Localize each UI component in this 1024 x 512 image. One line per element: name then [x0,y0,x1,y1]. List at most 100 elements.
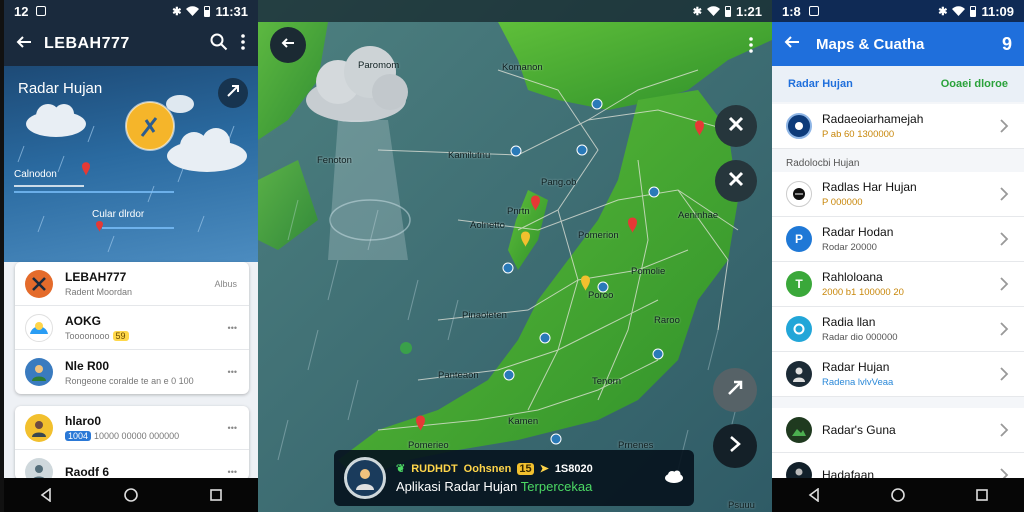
more-dots-icon[interactable]: ••• [228,367,237,377]
item-title: AOKG [65,314,101,328]
nav-home-icon[interactable] [116,482,146,508]
list-item[interactable]: AOKG Toooonooo 59 ••• [15,306,249,350]
status-bar: ✱ 1:21 [258,0,772,22]
item-subtitle: P ab 60 1300000 [822,129,895,140]
chevron-right-icon [1000,423,1009,437]
expand-button[interactable] [713,368,757,412]
back-button[interactable] [270,27,306,63]
nav-home-icon[interactable] [883,482,913,508]
nav-back-icon[interactable] [799,482,829,508]
map-label: Pang.ob [541,177,577,188]
map-label: Komanon [502,62,543,73]
popup-value: 1S8020 [554,462,593,475]
item-subtitle: P 000000 [822,197,863,208]
header-badge[interactable]: 9 [1002,34,1012,55]
chevron-right-icon [1000,232,1009,246]
search-icon[interactable] [210,33,228,56]
battery-icon [204,5,211,17]
nav-recents-icon[interactable] [967,482,997,508]
more-vert-icon[interactable] [748,36,754,59]
popup-count: 15 [517,462,534,475]
avatar [786,361,812,387]
parking-icon: P [786,226,812,252]
list-item[interactable]: Radaeoiarhamejah P ab 60 1300000 [772,104,1024,149]
item-title: Nle R00 [65,358,110,373]
app-header: LEBAH777 [4,22,258,66]
popup-label-a: RUDHDT [411,462,458,475]
list-item[interactable]: P Radar Hodan Rodar 20000 [772,217,1024,262]
nav-back-icon[interactable] [31,482,61,508]
map-label: Panteaon [438,370,479,381]
item-subtitle: Toooonooo [65,331,110,341]
map-label: Psuuu [728,500,755,511]
navigate-button[interactable] [218,78,248,108]
page-title: LEBAH777 [44,35,130,52]
settings-group-1: Radaeoiarhamejah P ab 60 1300000 [772,104,1024,149]
list-item[interactable]: LEBAH777 Radent Moordan Albus [15,262,249,306]
app-header: Maps & Cuatha 9 [772,22,1024,66]
item-badge: 1004 [65,431,92,441]
list-item[interactable]: T Rahloloana 2000 b1 100000 20 [772,262,1024,307]
map-label: Pomerion [578,230,619,241]
item-title: Radar Hujan [822,360,890,374]
more-dots-icon[interactable]: ••• [228,323,237,333]
item-meta: Albus [214,278,237,289]
status-notification-icon [36,6,47,16]
overlay-label: Cular dlrdor [92,209,145,220]
radar-map[interactable] [258,0,772,512]
more-dots-icon[interactable]: ••• [228,423,237,433]
list-item[interactable]: hlaro0 1004 10000 00000 000000 ••• [15,406,249,450]
close-overlay-button[interactable] [715,160,757,202]
close-layer-button[interactable] [715,105,757,147]
leaf-icon: ❦ [396,463,406,475]
popup-title-highlight: Terpercekaa [520,479,593,494]
avatar [25,313,53,342]
page-title: Maps & Cuatha [816,35,925,53]
radar-info-popup[interactable]: ❦ RUDHDT Oohsnen 15 ➤ 1S8020 Aplikasi Ra… [334,450,694,506]
radar-circle-icon [786,113,812,139]
navigation-arrow-icon [226,84,240,103]
item-subtitle: Radent Moordan [65,287,133,297]
station-list-card-2: hlaro0 1004 10000 00000 000000 ••• Raodf 6… [15,406,249,480]
chevron-right-icon [1000,119,1009,133]
next-button[interactable] [713,424,757,468]
item-title: Radar Hodan [822,225,894,239]
list-item[interactable]: Nle R00 Rongeone coralde te an e 0 100 ••… [15,350,249,394]
message-icon: T [786,271,812,297]
avatar [25,458,53,480]
status-time: 12 [14,3,29,19]
map-label: Kamen [508,416,539,427]
status-clock: 11:09 [981,3,1014,19]
wifi-icon [952,4,966,19]
wifi-icon [186,4,200,19]
list-item[interactable]: Radlas Har Hujan P 000000 [772,172,1024,217]
back-arrow-icon[interactable] [784,34,800,55]
item-tag: 59 [112,331,129,341]
system-nav-bar [772,478,1024,512]
avatar [25,358,53,386]
more-vert-icon[interactable] [240,33,246,56]
cloud-icon[interactable] [664,469,684,488]
popup-label-b: Oohsnen [463,462,512,475]
map-label: Aeninhae [678,210,719,221]
list-item[interactable]: Raodf 6 ••• [15,450,249,480]
back-arrow-icon[interactable] [16,34,32,55]
item-subtitle: Rodar 20000 [822,242,877,253]
tab-right[interactable]: Ooaei dloroe [941,78,1008,90]
location-label: Calnodon [14,169,57,180]
map-label: Paromom [358,60,400,71]
chevron-right-icon [1000,187,1009,201]
more-dots-icon[interactable]: ••• [228,467,237,477]
list-item[interactable]: Radar's Guna [772,408,1024,453]
item-title: hlaro0 [65,414,102,428]
map-label: Pnrtn [507,206,530,217]
list-item[interactable]: Radar Hujan Radena lvlvVeaa [772,352,1024,397]
map-label: Poroo [588,290,614,301]
tab-radar-hujan[interactable]: Radar Hujan [788,78,853,90]
item-title: Rahloloana [822,270,883,284]
back-arrow-icon [281,36,295,55]
list-item[interactable]: Radia llan Radar dio 000000 [772,307,1024,352]
nav-recents-icon[interactable] [201,482,231,508]
chevron-right-icon [729,435,741,458]
hero-title: Radar Hujan [18,80,103,97]
